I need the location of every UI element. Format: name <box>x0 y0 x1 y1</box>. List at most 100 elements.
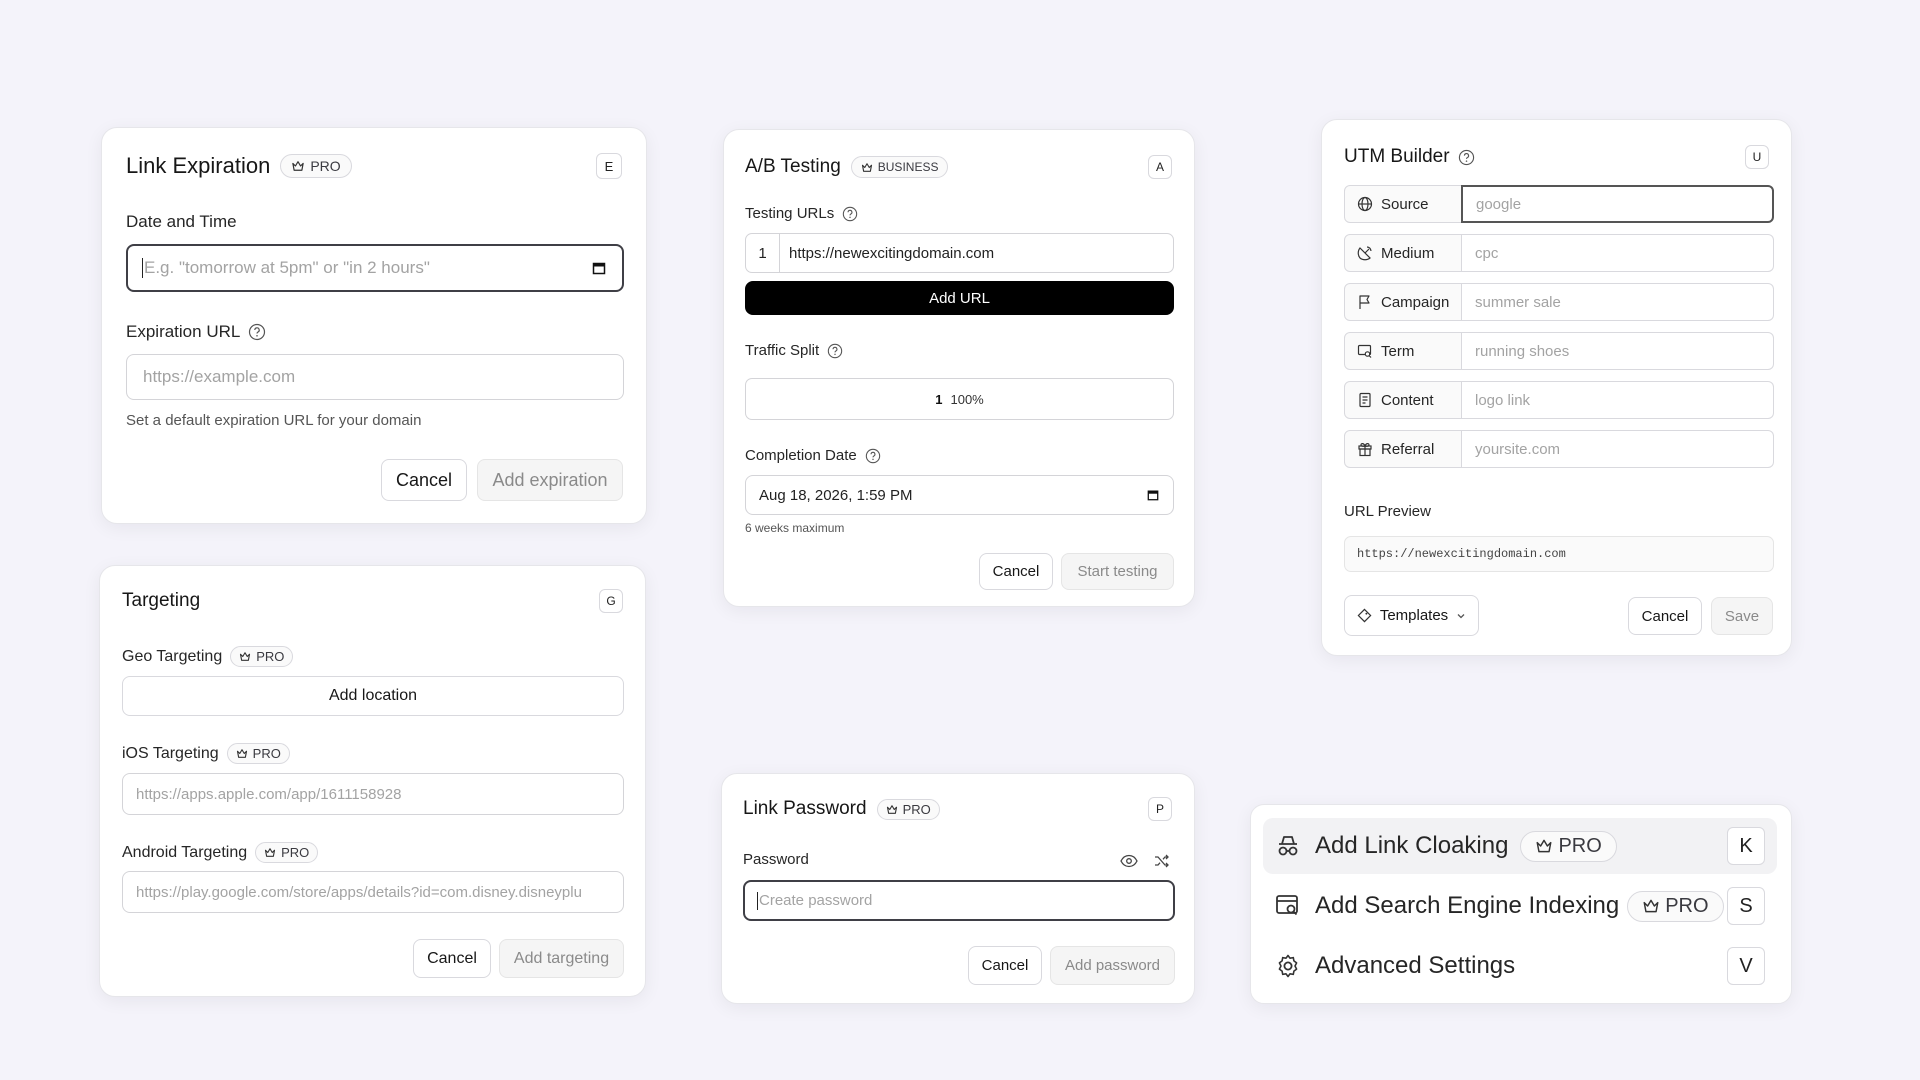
add-password-button[interactable]: Add password <box>1050 946 1175 985</box>
link-password-card: Link Password PRO P Password Create pass… <box>721 773 1195 1004</box>
satellite-icon <box>1357 246 1372 261</box>
cancel-button[interactable]: Cancel <box>381 459 467 501</box>
utm-source-input[interactable]: google <box>1461 185 1774 223</box>
crown-icon <box>861 162 872 172</box>
utm-row-term: Term running shoes <box>1344 332 1774 370</box>
globe-icon <box>1357 196 1373 212</box>
crown-icon <box>265 848 276 857</box>
menu-label: Add Link Cloaking <box>1315 832 1509 859</box>
ios-placeholder: https://apps.apple.com/app/1611158928 <box>136 785 402 803</box>
utm-placeholder: google <box>1476 195 1522 213</box>
add-url-button[interactable]: Add URL <box>745 281 1174 315</box>
cancel-button[interactable]: Cancel <box>979 553 1053 590</box>
ios-targeting-input[interactable]: https://apps.apple.com/app/1611158928 <box>122 773 624 815</box>
help-icon[interactable] <box>842 206 858 222</box>
utm-builder-card: UTM Builder U Source google Medium cpc C… <box>1321 119 1792 656</box>
search-window-icon <box>1357 344 1372 358</box>
completion-date-label: Completion Date <box>745 447 881 464</box>
password-input[interactable]: Create password <box>743 880 1175 921</box>
utm-label: Content <box>1381 391 1434 409</box>
utm-medium-input[interactable]: cpc <box>1462 234 1774 272</box>
utm-referral-input[interactable]: yoursite.com <box>1462 430 1774 468</box>
pro-badge: PRO <box>280 154 352 178</box>
utm-placeholder: cpc <box>1475 244 1499 262</box>
flag-icon <box>1359 295 1370 309</box>
badge-text: PRO <box>256 649 285 664</box>
shortcut-key: A <box>1148 155 1172 179</box>
pro-badge: PRO <box>1520 830 1617 862</box>
shortcut-key: E <box>596 153 622 179</box>
utm-content-input[interactable]: logo link <box>1462 381 1774 419</box>
pro-badge: PRO <box>255 842 319 863</box>
shortcut-key: K <box>1727 827 1765 865</box>
traffic-split-label: Traffic Split <box>745 342 843 359</box>
cancel-button[interactable]: Cancel <box>968 946 1042 985</box>
shuffle-icon[interactable] <box>1154 854 1170 868</box>
calendar-icon[interactable] <box>1147 489 1159 501</box>
android-targeting-input[interactable]: https://play.google.com/store/apps/detai… <box>122 871 624 913</box>
add-location-button[interactable]: Add location <box>122 676 624 716</box>
eye-icon[interactable] <box>1120 854 1138 868</box>
utm-term-input[interactable]: running shoes <box>1462 332 1774 370</box>
menu-item-search-indexing[interactable]: Add Search Engine Indexing PRO S <box>1263 878 1777 934</box>
add-targeting-button[interactable]: Add targeting <box>499 939 624 978</box>
help-icon[interactable] <box>1458 149 1475 166</box>
traffic-split-bar[interactable]: 1 100% <box>745 378 1174 420</box>
testing-urls-label: Testing URLs <box>745 205 858 222</box>
completion-date-input[interactable]: Aug 18, 2026, 1:59 PM <box>745 475 1174 515</box>
link-expiration-card: Link Expiration PRO E Date and Time E.g.… <box>101 127 647 524</box>
targeting-card: Targeting G Geo Targeting PRO Add locati… <box>99 565 646 997</box>
utm-campaign-input[interactable]: summer sale <box>1462 283 1774 321</box>
testing-url-input[interactable]: https://newexcitingdomain.com <box>780 234 1173 272</box>
crown-icon <box>886 804 897 814</box>
utm-label: Medium <box>1381 244 1435 262</box>
pro-badge: PRO <box>230 646 294 667</box>
date-input[interactable]: E.g. "tomorrow at 5pm" or "in 2 hours" <box>126 244 624 292</box>
utm-row-referral: Referral yoursite.com <box>1344 430 1774 468</box>
url-preview-value: https://newexcitingdomain.com <box>1357 547 1566 561</box>
templates-dropdown[interactable]: Templates <box>1344 595 1479 636</box>
link-password-title: Link Password <box>743 798 867 819</box>
add-expiration-button[interactable]: Add expiration <box>477 459 623 501</box>
completion-date-label-text: Completion Date <box>745 447 857 464</box>
save-button[interactable]: Save <box>1711 597 1773 635</box>
utm-placeholder: summer sale <box>1475 293 1561 311</box>
utm-builder-title: UTM Builder <box>1344 146 1450 167</box>
help-icon[interactable] <box>248 323 266 341</box>
badge-text: PRO <box>281 845 310 860</box>
shortcut-key: V <box>1727 947 1765 985</box>
url-preview-label: URL Preview <box>1344 503 1431 520</box>
expiration-url-input[interactable]: https://example.com <box>126 354 624 400</box>
menu-label: Add Search Engine Indexing <box>1315 892 1620 919</box>
utm-row-campaign: Campaign summer sale <box>1344 283 1774 321</box>
utm-key-medium: Medium <box>1344 234 1462 272</box>
shortcut-key: S <box>1727 887 1765 925</box>
password-label: Password <box>743 851 809 868</box>
badge-text: PRO <box>1558 834 1602 857</box>
badge-text: PRO <box>252 746 281 761</box>
ab-testing-title: A/B Testing <box>745 156 841 177</box>
help-icon[interactable] <box>827 343 843 359</box>
android-targeting-label-text: Android Targeting <box>122 843 248 861</box>
utm-row-medium: Medium cpc <box>1344 234 1774 272</box>
calendar-icon[interactable] <box>592 261 606 275</box>
utm-label: Source <box>1381 195 1429 213</box>
menu-item-advanced-settings[interactable]: Advanced Settings V <box>1263 938 1777 994</box>
ios-targeting-label-text: iOS Targeting <box>122 744 219 762</box>
crown-icon <box>1643 899 1659 913</box>
cancel-button[interactable]: Cancel <box>1628 597 1702 635</box>
menu-item-link-cloaking[interactable]: Add Link Cloaking PRO K <box>1263 818 1777 874</box>
business-badge: BUSINESS <box>850 156 949 178</box>
help-icon[interactable] <box>865 448 881 464</box>
expiration-url-placeholder: https://example.com <box>143 367 296 386</box>
android-targeting-label: Android Targeting PRO <box>122 842 319 863</box>
expiration-url-label-text: Expiration URL <box>126 322 241 341</box>
badge-text: PRO <box>902 801 931 817</box>
url-preview-box: https://newexcitingdomain.com <box>1344 536 1774 572</box>
start-testing-button[interactable]: Start testing <box>1061 553 1174 590</box>
android-placeholder: https://play.google.com/store/apps/detai… <box>136 883 582 901</box>
badge-text: PRO <box>1665 894 1709 917</box>
split-value: 100% <box>950 391 984 407</box>
incognito-icon <box>1278 836 1298 856</box>
cancel-button[interactable]: Cancel <box>413 939 491 978</box>
